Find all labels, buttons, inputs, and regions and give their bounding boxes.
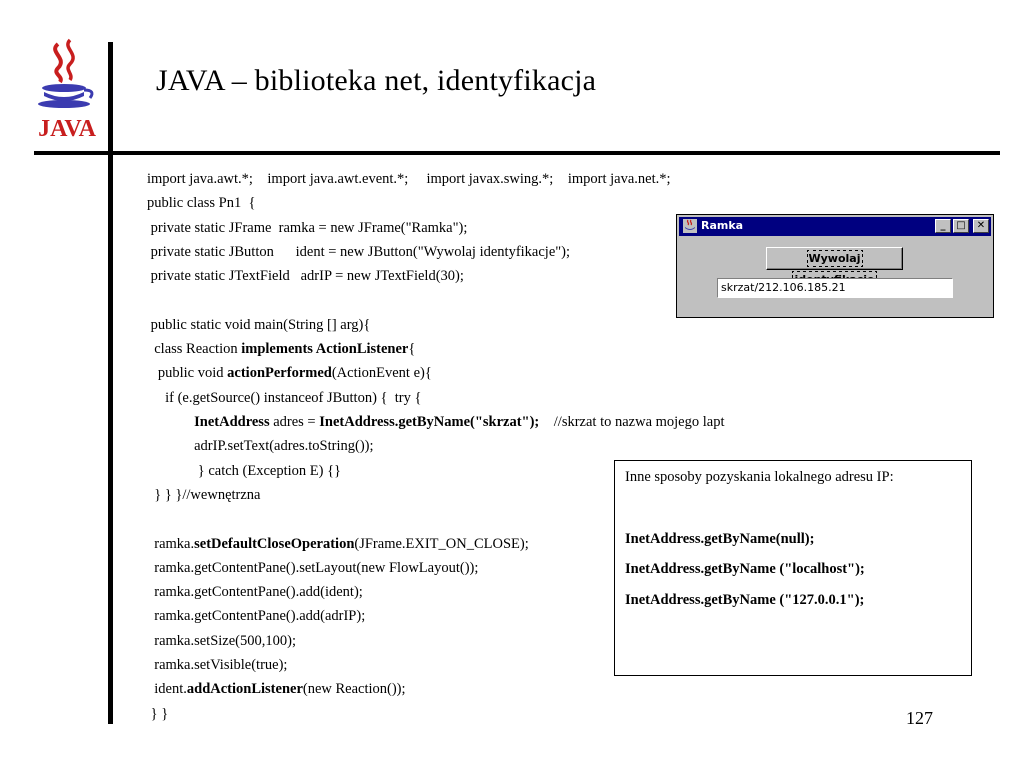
code-line: public class Pn1 { — [147, 194, 255, 212]
code-text: ramka.getContentPane().setLayout(new Flo… — [147, 559, 479, 576]
code-keyword: InetAddress.getByName("skrzat"); — [319, 414, 540, 430]
code-line: } catch (Exception E) {} — [147, 462, 341, 480]
ip-address-field[interactable]: skrzat/212.106.185.21 — [717, 278, 953, 298]
page-number: 127 — [906, 708, 933, 728]
note-line: InetAddress.getByName ("localhost"); — [625, 561, 865, 577]
code-line: ramka.getContentPane().add(ident); — [147, 583, 363, 601]
code-line: adrIP.setText(adres.toString()); — [147, 437, 374, 455]
code-keyword: setDefaultCloseOperation — [194, 535, 355, 552]
code-line: class Reaction implements ActionListener… — [147, 340, 415, 358]
window-titlebar[interactable]: Ramka _ □ ✕ — [679, 217, 991, 236]
code-line: ramka.setSize(500,100); — [147, 632, 296, 650]
code-line: ramka.setDefaultCloseOperation(JFrame.EX… — [147, 535, 529, 553]
identify-button[interactable]: Wywolaj identyfikacje — [766, 247, 903, 288]
note-line: InetAddress.getByName ("127.0.0.1"); — [625, 592, 865, 608]
code-text: class Reaction — [147, 341, 242, 358]
horizontal-divider — [34, 151, 1000, 155]
code-line: if (e.getSource() instanceof JButton) { … — [147, 389, 421, 407]
code-text: //skrzat to nazwa mojego lapt — [539, 414, 725, 430]
code-line: public void actionPerformed(ActionEvent … — [147, 364, 432, 382]
code-line: import java.awt.*; import java.awt.event… — [147, 170, 671, 188]
code-text: } catch (Exception E) {} — [147, 462, 342, 479]
code-line: private static JButton ident = new JButt… — [147, 243, 570, 261]
code-text: public class Pn1 { — [147, 195, 256, 212]
code-text: ramka.getContentPane().add(adrIP); — [147, 608, 366, 625]
code-line: public static void main(String [] arg){ — [147, 316, 371, 334]
code-line: private static JFrame ramka = new JFrame… — [147, 219, 468, 237]
code-keyword: InetAddress — [194, 414, 270, 430]
note-box: Inne sposoby pozyskania lokalnego adresu… — [614, 460, 972, 676]
note-heading: Inne sposoby pozyskania lokalnego adresu… — [625, 469, 894, 485]
slide-title: JAVA – biblioteka net, identyfikacja — [156, 64, 597, 97]
code-text: import java.awt.*; import java.awt.event… — [147, 171, 671, 187]
window-content: Wywolaj identyfikacje skrzat/212.106.185… — [679, 237, 991, 315]
close-button[interactable]: ✕ — [973, 219, 989, 233]
java-logo: JAVA — [30, 36, 104, 148]
code-text: ramka.getContentPane().add(ident); — [147, 584, 363, 601]
code-text: ident. — [147, 681, 187, 698]
code-text: private static JButton ident = new JButt… — [147, 243, 571, 260]
code-text: (JFrame.EXIT_ON_CLOSE); — [354, 535, 529, 552]
code-line: ramka.getContentPane().add(adrIP); — [147, 607, 365, 625]
code-text: private static JFrame ramka = new JFrame… — [147, 219, 468, 236]
java-cup-icon — [683, 219, 697, 233]
code-line: } } — [147, 705, 169, 723]
code-keyword: addActionListener — [186, 681, 303, 698]
code-text: public void — [147, 365, 228, 382]
java-cup-icon — [38, 38, 94, 108]
code-line: ident.addActionListener(new Reaction()); — [147, 680, 406, 698]
code-text: } } — [147, 705, 169, 722]
code-line: ramka.setVisible(true); — [147, 656, 287, 674]
code-keyword: actionPerformed — [227, 365, 332, 382]
window-title: Ramka — [701, 219, 744, 232]
code-text: ramka.setSize(500,100); — [147, 632, 296, 649]
code-text: } } }//wewnętrzna — [147, 486, 261, 503]
code-text: ramka. — [147, 535, 195, 552]
code-text: (ActionEvent e){ — [331, 365, 432, 382]
code-text: private static JTextField adrIP = new JT… — [147, 268, 464, 285]
note-line: InetAddress.getByName(null); — [625, 531, 815, 547]
code-text: public static void main(String [] arg){ — [147, 316, 371, 333]
code-text: { — [408, 341, 416, 358]
code-text: ramka.setVisible(true); — [147, 657, 288, 673]
minimize-button[interactable]: _ — [935, 219, 951, 233]
code-line: InetAddress adres = InetAddress.getByNam… — [147, 413, 725, 431]
code-text: (new Reaction()); — [302, 681, 406, 698]
swing-window: Ramka _ □ ✕ Wywolaj identyfikacje skrzat… — [676, 214, 994, 318]
code-text: adres = — [269, 414, 320, 430]
code-text: adrIP.setText(adres.toString()); — [147, 438, 374, 455]
code-line: ramka.getContentPane().setLayout(new Flo… — [147, 559, 478, 577]
code-line: private static JTextField adrIP = new JT… — [147, 267, 464, 285]
vertical-divider — [108, 42, 113, 724]
code-keyword: implements ActionListener — [241, 341, 409, 358]
maximize-button[interactable]: □ — [953, 219, 969, 233]
code-text: if (e.getSource() instanceof JButton) { … — [147, 389, 422, 406]
code-line: } } }//wewnętrzna — [147, 486, 260, 504]
java-logo-text: JAVA — [38, 116, 96, 142]
